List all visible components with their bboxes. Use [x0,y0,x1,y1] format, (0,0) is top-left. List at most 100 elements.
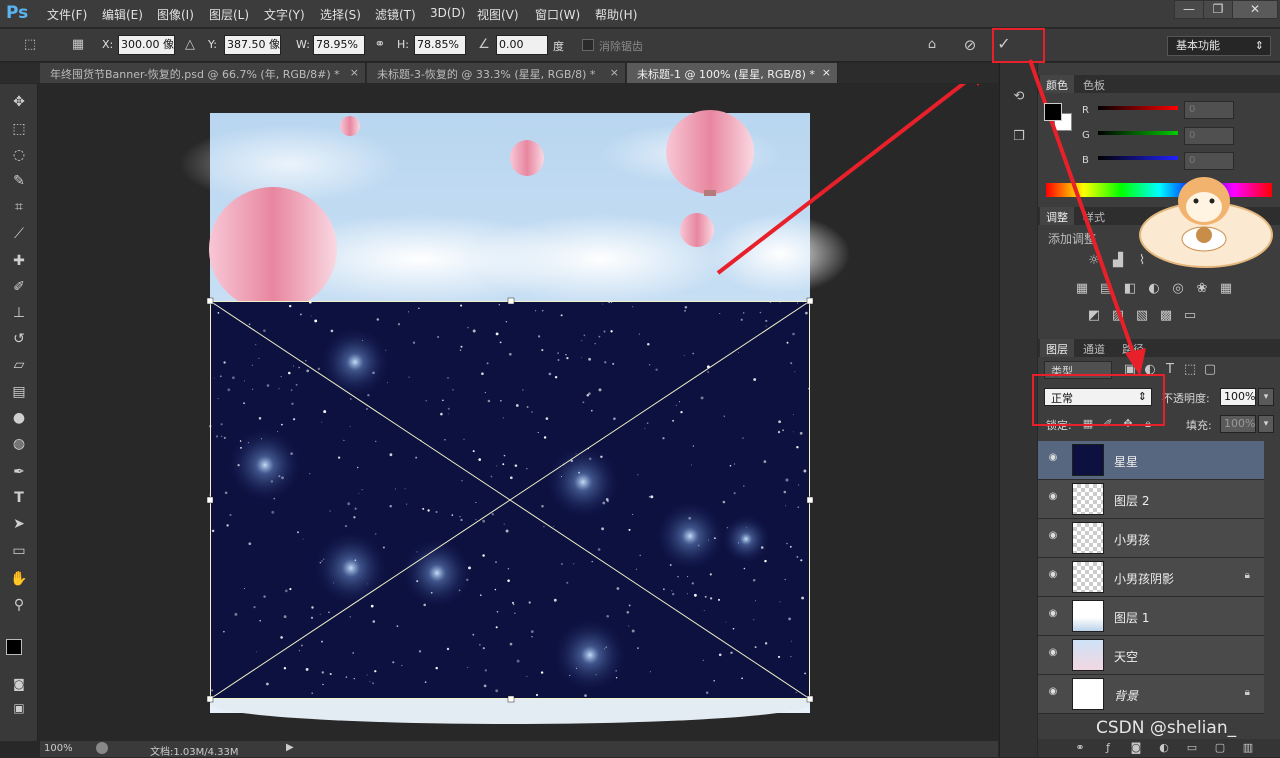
r-input[interactable]: 0 [1184,101,1234,119]
shape-tool-icon[interactable]: ▭ [9,541,29,561]
eye-icon[interactable]: ◉ [1046,686,1060,700]
menu-window[interactable]: 窗口(W) [535,6,580,23]
fill-input[interactable]: 100% [1220,415,1256,433]
pen-tool-icon[interactable]: ✒ [9,462,29,482]
menu-3d[interactable]: 3D(D) [430,6,465,20]
transform-tool-icon[interactable]: ⬚ [22,37,38,53]
restore-button[interactable]: ❐ [1203,0,1233,19]
lasso-tool-icon[interactable]: ◌ [9,145,29,165]
eye-icon[interactable]: ◉ [1046,491,1060,505]
eyedropper-tool-icon[interactable]: ⟋ [9,224,29,244]
x-input[interactable]: 300.00 像 [118,35,175,55]
antialias-checkbox[interactable] [582,39,594,51]
healing-brush-icon[interactable]: ✚ [9,251,29,271]
zoom-tool-icon[interactable]: ⚲ [9,595,29,615]
y-input[interactable]: 387.50 像 [224,35,281,55]
menu-select[interactable]: 选择(S) [320,6,361,23]
layer-row[interactable]: ◉ 小男孩阴影 🔒︎ [1038,558,1264,597]
history-brush-icon[interactable]: ↺ [9,329,29,349]
eye-icon[interactable]: ◉ [1046,530,1060,544]
opacity-input[interactable]: 100% [1220,388,1256,406]
close-icon[interactable]: × [610,66,619,79]
quick-select-tool-icon[interactable]: ✎ [9,171,29,191]
menu-layer[interactable]: 图层(L) [209,6,249,23]
close-icon[interactable]: × [350,66,359,79]
trash-icon[interactable]: ▥ [1240,740,1256,756]
lookup-icon[interactable]: ▦ [1218,281,1234,297]
group-icon[interactable]: ▭ [1184,740,1200,756]
menu-image[interactable]: 图像(I) [157,6,194,23]
w-input[interactable]: 78.95% [313,35,365,55]
quick-mask-icon[interactable]: ◙ [9,674,29,694]
selective-color-icon[interactable]: ▩ [1158,308,1174,324]
screen-mode-icon[interactable]: ▣ [9,698,29,718]
layer-row[interactable]: ◉ 图层 2 [1038,480,1264,519]
link-layers-icon[interactable]: ⚭ [1072,740,1088,756]
menu-view[interactable]: 视图(V) [477,6,519,23]
fx-icon[interactable]: ƒ [1100,740,1116,756]
eye-icon[interactable]: ◉ [1046,569,1060,583]
new-layer-icon[interactable]: ▢ [1212,740,1228,756]
minimize-button[interactable]: — [1174,0,1204,19]
link-icon[interactable]: ⚭ [372,37,388,53]
blur-tool-icon[interactable]: ● [9,408,29,428]
layer-name: 小男孩 [1114,533,1151,547]
document-tabs: 年终囤货节Banner-恢复的.psd @ 66.7% (年, RGB/8#) … [40,63,998,83]
reference-point-icon[interactable]: ▦ [70,37,86,53]
move-tool-icon[interactable]: ✥ [9,92,29,112]
star-layer-overlay [210,301,810,699]
path-select-icon[interactable]: ➤ [9,514,29,534]
play-icon[interactable]: ▶ [286,742,294,753]
dodge-tool-icon[interactable]: ◍ [9,434,29,454]
eraser-tool-icon[interactable]: ▱ [9,355,29,375]
close-icon[interactable]: × [822,66,831,79]
cancel-transform-icon[interactable]: ⊘ [962,37,978,53]
eye-icon[interactable]: ◉ [1046,452,1060,466]
status-menu-icon[interactable] [96,742,108,754]
menu-edit[interactable]: 编辑(E) [102,6,143,23]
angle-input[interactable]: 0.00 [496,35,548,55]
fill-dropdown-icon[interactable]: ▾ [1258,415,1274,433]
g-input[interactable]: 0 [1184,127,1234,145]
warp-icon[interactable]: ⌂ [924,37,940,53]
channel-mixer-icon[interactable]: ❀ [1194,281,1210,297]
zoom-level[interactable]: 100% [44,743,73,754]
filter-shape-icon[interactable]: ⬚ [1182,362,1198,378]
menu-filter[interactable]: 滤镜(T) [375,6,416,23]
tab-untitled-3[interactable]: 未标题-3-恢复的 @ 33.3% (星星, RGB/8) * × [367,63,626,83]
h-input[interactable]: 78.85% [414,35,466,55]
adjustment-layer-icon[interactable]: ◐ [1156,740,1172,756]
filter-smart-icon[interactable]: ▢ [1202,362,1218,378]
layer-row[interactable]: ◉ 小男孩 [1038,519,1264,558]
fg-swatch[interactable] [1044,103,1062,121]
stamp-tool-icon[interactable]: ⊥ [9,303,29,323]
opacity-dropdown-icon[interactable]: ▾ [1258,388,1274,406]
hand-tool-icon[interactable]: ✋ [9,569,29,589]
eye-icon[interactable]: ◉ [1046,608,1060,622]
layer-row[interactable]: ◉ 星星 [1038,441,1264,480]
photo-filter-icon[interactable]: ◎ [1170,281,1186,297]
type-tool-icon[interactable]: T [9,488,29,508]
layer-thumbnail [1072,678,1104,710]
close-button[interactable]: ✕ [1232,0,1278,19]
marquee-tool-icon[interactable]: ⬚ [9,119,29,139]
gradient-map-icon[interactable]: ▭ [1182,308,1198,324]
gradient-tool-icon[interactable]: ▤ [9,382,29,402]
foreground-color-swatch[interactable] [6,639,22,655]
tab-banner[interactable]: 年终囤货节Banner-恢复的.psd @ 66.7% (年, RGB/8#) … [40,63,366,83]
menu-type[interactable]: 文字(Y) [264,6,305,23]
brush-tool-icon[interactable]: ✐ [9,277,29,297]
crop-tool-icon[interactable]: ⌗ [9,197,29,217]
workspace-select[interactable]: 基本功能 ⇕ [1167,36,1271,56]
layer-row[interactable]: ◉ 图层 1 [1038,597,1264,636]
layer-row[interactable]: ◉ 天空 [1038,636,1264,675]
eye-icon[interactable]: ◉ [1046,647,1060,661]
layer-row[interactable]: ◉ 背景 🔒︎ [1038,675,1264,714]
tab-untitled-1[interactable]: 未标题-1 @ 100% (星星, RGB/8) * × [627,63,838,83]
menu-help[interactable]: 帮助(H) [595,6,637,23]
layers-list: ◉ 星星 ◉ 图层 2 ◉ 小男孩 ◉ 小男孩阴影 🔒︎ ◉ 图层 1 ◉ 天空… [1038,441,1266,721]
menu-file[interactable]: 文件(F) [47,6,87,23]
delta-icon[interactable]: △ [182,37,198,53]
mask-icon[interactable]: ◙ [1128,740,1144,756]
layer-thumbnail [1072,561,1104,593]
